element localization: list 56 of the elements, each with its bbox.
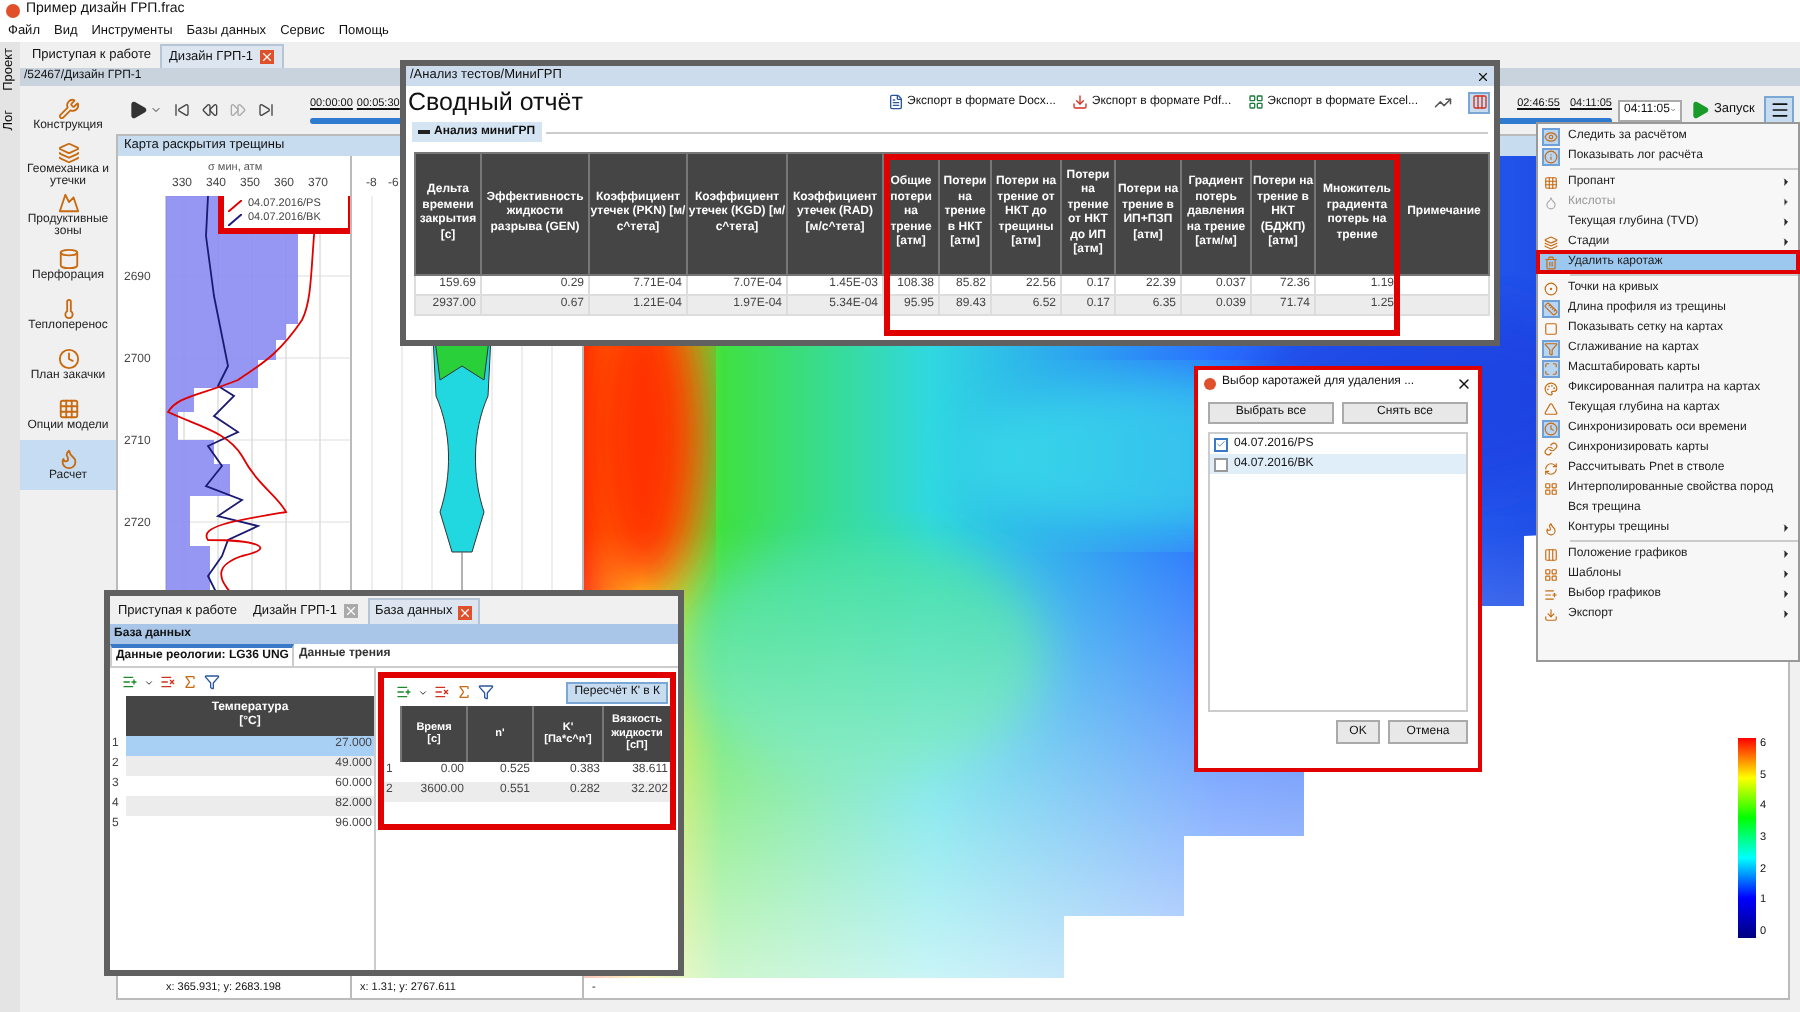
droplet-icon [1544, 195, 1558, 209]
delete-row-icon[interactable] [160, 674, 176, 690]
check-icon [1216, 438, 1226, 450]
close-icon[interactable] [1456, 375, 1472, 391]
triangle-icon [1544, 401, 1558, 415]
palette-icon [1544, 381, 1558, 395]
add-row-icon[interactable] [396, 684, 412, 700]
columns-icon [1544, 547, 1558, 561]
menu-icon [1769, 100, 1790, 120]
mountain-icon [57, 191, 79, 213]
wrench-icon [57, 97, 79, 120]
document-icon [887, 94, 904, 110]
columns-icon [1471, 94, 1487, 110]
add-row-icon[interactable] [122, 674, 138, 690]
square-icon [1544, 321, 1558, 335]
grid-icon [1544, 567, 1558, 581]
refresh-icon [1544, 461, 1558, 475]
list-icon [1544, 587, 1558, 601]
caret-icon[interactable] [418, 687, 428, 697]
close-icon[interactable] [1476, 69, 1490, 83]
clock-icon [57, 347, 79, 370]
cylinder-icon [57, 247, 79, 270]
layers-icon [1544, 235, 1558, 249]
function-icon[interactable] [182, 674, 198, 690]
delete-row-icon[interactable] [434, 684, 450, 700]
caret-icon[interactable] [144, 677, 154, 687]
rewind-icon[interactable] [202, 102, 218, 118]
app-logo-icon [1204, 377, 1216, 389]
menu-button[interactable] [1764, 96, 1795, 124]
download-icon [1071, 94, 1088, 110]
download-icon [1544, 607, 1558, 621]
checkbox[interactable] [1214, 457, 1228, 471]
spreadsheet-icon [1247, 94, 1264, 110]
filter-icon[interactable] [478, 684, 494, 700]
play-icon[interactable] [128, 100, 148, 120]
flame-icon [1544, 521, 1558, 535]
play-icon [1690, 100, 1710, 120]
caret-icon[interactable] [150, 104, 162, 116]
trash-icon [1544, 255, 1558, 269]
grid-icon [57, 397, 79, 420]
filter-icon[interactable] [204, 674, 220, 690]
link-icon [1544, 441, 1558, 455]
skip-back-icon[interactable] [174, 102, 190, 118]
grid-icon [1544, 175, 1558, 189]
app-logo-icon [6, 4, 20, 18]
grid-icon [1544, 481, 1558, 495]
flame-icon [57, 447, 79, 470]
chart-icon[interactable] [1434, 93, 1452, 111]
layers-icon [57, 141, 79, 163]
report-title: Сводный отчёт [406, 85, 583, 120]
function-icon[interactable] [456, 684, 472, 700]
submenu-arrow-icon [1780, 522, 1792, 534]
target-icon [1544, 281, 1558, 295]
columns-toggle[interactable] [1468, 91, 1490, 113]
checkbox[interactable] [1214, 437, 1228, 451]
skip-forward-icon[interactable] [258, 102, 274, 118]
